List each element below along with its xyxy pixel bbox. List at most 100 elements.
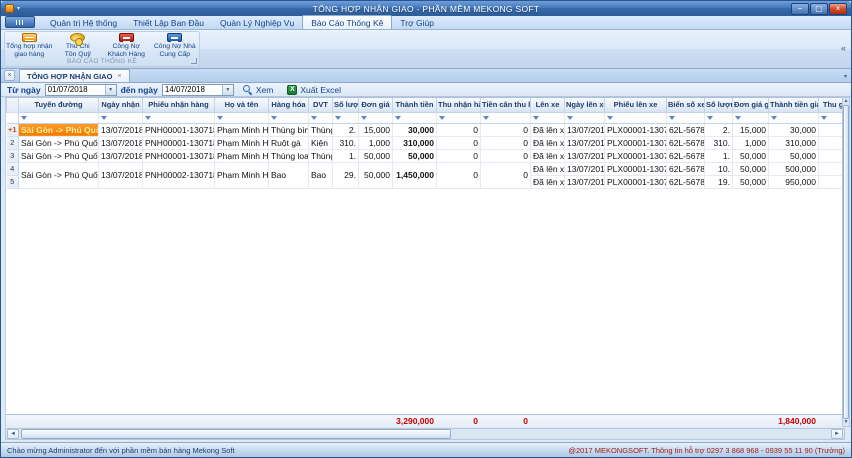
grid-cell[interactable]: 13/07/2018: [99, 136, 143, 149]
column-header[interactable]: Ngày nhận: [99, 98, 143, 112]
filter-cell[interactable]: [481, 112, 531, 123]
grid-cell[interactable]: Thùng loa: [269, 149, 309, 162]
grid-cell[interactable]: Kiện: [309, 136, 333, 149]
document-close-button[interactable]: ×: [4, 70, 15, 81]
grid-cell[interactable]: PLX00001-130718: [605, 123, 667, 136]
grid-cell[interactable]: PNH00002-130718: [143, 162, 215, 188]
grid-cell[interactable]: 50,000: [393, 149, 437, 162]
grid-cell[interactable]: 15,000: [733, 123, 769, 136]
row-indicator[interactable]: 4: [7, 162, 19, 175]
filter-cell[interactable]: [359, 112, 393, 123]
grid-cell[interactable]: 13/07/2018: [565, 136, 605, 149]
column-header[interactable]: Họ và tên: [215, 98, 269, 112]
cong-no-nha-cung-cap-button[interactable]: Công Nợ Nhà Cung Cấp: [151, 32, 200, 59]
grid-cell[interactable]: Sài Gòn -> Phú Quốc: [19, 149, 99, 162]
row-indicator[interactable]: +1: [7, 123, 19, 136]
grid-cell[interactable]: 0: [481, 162, 531, 188]
grid-cell[interactable]: 0: [437, 149, 481, 162]
grid-cell[interactable]: 50,000: [769, 149, 819, 162]
grid-cell[interactable]: 15,000: [359, 123, 393, 136]
grid-cell[interactable]: Đã lên xe: [531, 123, 565, 136]
row-indicator[interactable]: 3: [7, 149, 19, 162]
grid-cell[interactable]: PNH00001-130718: [143, 123, 215, 136]
export-excel-button[interactable]: X Xuất Excel: [282, 83, 346, 96]
grid-cell[interactable]: 0: [481, 136, 531, 149]
grid-cell[interactable]: 62L-56789: [667, 175, 705, 188]
grid-cell[interactable]: Phạm Minh Hải: [215, 149, 269, 162]
filter-cell[interactable]: [215, 112, 269, 123]
tab-quan-tri-he-thong[interactable]: Quản trị Hệ thống: [42, 16, 125, 29]
grid-cell[interactable]: Thùng: [309, 123, 333, 136]
grid-cell[interactable]: Sài Gòn -> Phú Quốc: [19, 162, 99, 188]
filter-cell[interactable]: [565, 112, 605, 123]
grid-cell[interactable]: 950,000: [769, 175, 819, 188]
quick-access-dropdown-icon[interactable]: ▾: [17, 6, 20, 12]
filter-cell[interactable]: [769, 112, 819, 123]
grid-cell[interactable]: Bao: [269, 162, 309, 188]
grid-cell[interactable]: Đã lên xe: [531, 175, 565, 188]
grid-cell[interactable]: 1.: [333, 149, 359, 162]
tab-tro-giup[interactable]: Trợ Giúp: [392, 16, 442, 29]
minimize-button[interactable]: −: [791, 3, 809, 15]
tab-thiet-lap-ban-dau[interactable]: Thiết Lập Ban Đầu: [125, 16, 212, 29]
tong-hop-nhan-giao-button[interactable]: Tổng hợp nhận giao hàng: [5, 32, 54, 59]
column-header[interactable]: Biển số xe: [667, 98, 705, 112]
filter-cell[interactable]: [437, 112, 481, 123]
filter-cell[interactable]: [531, 112, 565, 123]
grid-cell[interactable]: 62L-56789: [667, 136, 705, 149]
close-button[interactable]: ×: [829, 3, 847, 15]
grid-cell[interactable]: 62L-56789: [667, 162, 705, 175]
app-icon[interactable]: [5, 4, 14, 13]
ribbon-collapse-icon[interactable]: «: [841, 43, 846, 53]
grid-cell[interactable]: 62L-56789: [667, 149, 705, 162]
tab-list-dropdown-icon[interactable]: ▾: [844, 73, 847, 80]
to-date-value[interactable]: 14/07/2018: [163, 85, 222, 95]
grid-cell[interactable]: Đã lên xe: [531, 149, 565, 162]
grid-cell[interactable]: PNH00001-130718: [143, 136, 215, 149]
grid-cell[interactable]: 310,000: [393, 136, 437, 149]
grid-cell[interactable]: 50,000: [733, 175, 769, 188]
column-header[interactable]: Tuyến đường: [19, 98, 99, 112]
vertical-scroll-thumb[interactable]: [843, 105, 849, 419]
grid-cell[interactable]: Bao: [309, 162, 333, 188]
grid-cell[interactable]: 50,000: [733, 162, 769, 175]
grid-cell[interactable]: 13/07/2018: [99, 149, 143, 162]
grid-cell[interactable]: Thùng: [309, 149, 333, 162]
to-date-dropdown-icon[interactable]: ▼: [222, 85, 233, 95]
grid-cell[interactable]: 50,000: [359, 162, 393, 188]
thu-chi-ton-quy-button[interactable]: Thu Chi Tồn Quỹ: [54, 32, 103, 59]
from-date-field[interactable]: 01/07/2018 ▼: [45, 84, 117, 96]
filter-cell[interactable]: [269, 112, 309, 123]
row-indicator[interactable]: 5: [7, 175, 19, 188]
grid-cell[interactable]: 13/07/2018: [565, 175, 605, 188]
horizontal-scrollbar[interactable]: ◄ ►: [5, 428, 845, 440]
grid-cell[interactable]: 500,000: [769, 162, 819, 175]
grid-cell[interactable]: Đã lên xe: [531, 136, 565, 149]
grid-cell[interactable]: 2.: [705, 123, 733, 136]
horizontal-scroll-thumb[interactable]: [21, 429, 451, 439]
grid-cell[interactable]: 0: [481, 149, 531, 162]
column-header[interactable]: Số lượng: [333, 98, 359, 112]
grid-cell[interactable]: 310.: [705, 136, 733, 149]
column-header[interactable]: Ngày lên xe: [565, 98, 605, 112]
column-header[interactable]: Phiếu lên xe: [605, 98, 667, 112]
grid-cell[interactable]: 50,000: [359, 149, 393, 162]
grid-corner[interactable]: [7, 98, 19, 112]
grid-cell[interactable]: 1.: [705, 149, 733, 162]
row-indicator[interactable]: 2: [7, 136, 19, 149]
column-header[interactable]: Đơn giá: [359, 98, 393, 112]
grid-cell[interactable]: PLX00001-130718: [605, 136, 667, 149]
column-header[interactable]: Lên xe: [531, 98, 565, 112]
tab-close-icon[interactable]: ×: [117, 73, 121, 80]
cong-no-khach-hang-button[interactable]: Công Nợ Khách Hàng: [102, 32, 151, 59]
column-header[interactable]: Hàng hóa: [269, 98, 309, 112]
filter-cell[interactable]: [667, 112, 705, 123]
filter-cell[interactable]: [333, 112, 359, 123]
grid-cell[interactable]: 310,000: [769, 136, 819, 149]
column-header[interactable]: Thành tiền: [393, 98, 437, 112]
filter-cell[interactable]: [733, 112, 769, 123]
filter-cell[interactable]: [605, 112, 667, 123]
column-header[interactable]: Đơn giá giao: [733, 98, 769, 112]
grid-cell[interactable]: PLX00001-130718: [605, 175, 667, 188]
grid-cell[interactable]: 2.: [333, 123, 359, 136]
